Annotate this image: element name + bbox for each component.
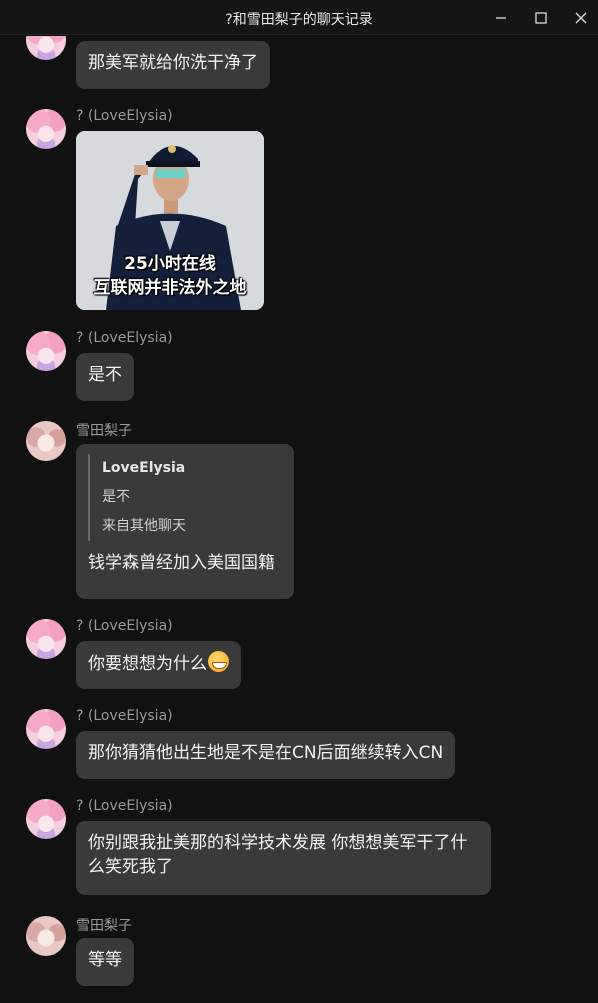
- chat-message-list[interactable]: 那美军就给你洗干净了 ? (LoveElysia) 25小时在线 互联网并非法外…: [0, 36, 598, 1003]
- message-bubble[interactable]: 那你猜猜他出生地是不是在CN后面继续转入CN: [76, 731, 456, 779]
- message-bubble[interactable]: 是不: [76, 353, 134, 401]
- quote-source: 来自其他聊天: [102, 518, 186, 534]
- sender-name: ? (LoveElysia): [76, 108, 173, 124]
- sender-name: ? (LoveElysia): [76, 330, 173, 346]
- sender-name: 雪田梨子: [76, 423, 132, 439]
- close-button[interactable]: [561, 0, 598, 35]
- quote-author: LoveElysia: [102, 460, 186, 476]
- grinning-face-emoji-icon: [208, 651, 229, 672]
- message-bubble[interactable]: 等等: [76, 938, 134, 986]
- reply-text: 钱学森曾经加入美国国籍: [88, 553, 275, 573]
- avatar[interactable]: [26, 619, 66, 659]
- message-text: 你要想想为什么: [88, 654, 207, 674]
- image-message[interactable]: 25小时在线 互联网并非法外之地: [76, 131, 264, 310]
- avatar[interactable]: [26, 331, 66, 371]
- maximize-button[interactable]: [521, 0, 561, 35]
- quoted-message[interactable]: LoveElysia 是不 来自其他聊天: [88, 454, 282, 541]
- maximize-icon: [535, 11, 547, 24]
- avatar[interactable]: [26, 36, 66, 60]
- sender-name: 雪田梨子: [76, 918, 132, 934]
- sender-name: ? (LoveElysia): [76, 708, 173, 724]
- title-bar: ?和雪田梨子的聊天记录: [0, 0, 598, 35]
- minimize-button[interactable]: [481, 0, 521, 35]
- message-bubble[interactable]: 那美军就给你洗干净了: [76, 41, 270, 89]
- avatar[interactable]: [26, 109, 66, 149]
- quote-text: 是不: [102, 489, 130, 505]
- message-bubble[interactable]: 你别跟我扯美那的科学技术发展 你想想美军干了什么笑死我了: [76, 821, 491, 895]
- message-bubble[interactable]: 你要想想为什么: [76, 641, 241, 689]
- minimize-icon: [496, 16, 506, 19]
- sender-name: ? (LoveElysia): [76, 798, 173, 814]
- image-caption-line1: 25小时在线: [124, 254, 216, 274]
- avatar[interactable]: [26, 799, 66, 839]
- reply-message-bubble[interactable]: LoveElysia 是不 来自其他聊天 钱学森曾经加入美国国籍: [76, 444, 294, 599]
- close-icon: [575, 12, 587, 23]
- avatar[interactable]: [26, 709, 66, 749]
- sender-name: ? (LoveElysia): [76, 618, 173, 634]
- image-caption-line2: 互联网并非法外之地: [93, 278, 247, 298]
- avatar[interactable]: [26, 916, 66, 956]
- avatar[interactable]: [26, 421, 66, 461]
